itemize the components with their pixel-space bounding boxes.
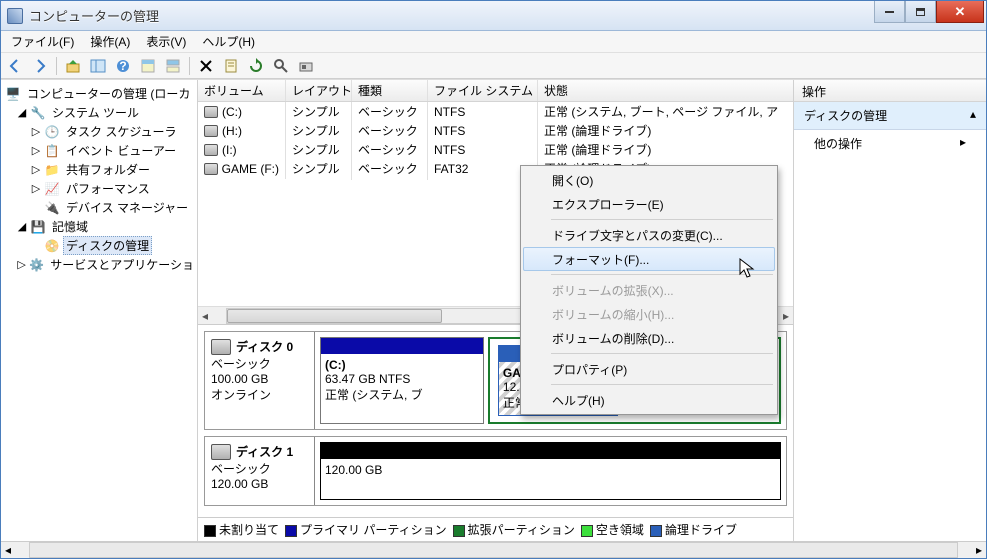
- ctx-open[interactable]: 開く(O): [523, 168, 775, 192]
- close-button[interactable]: ✕: [936, 1, 984, 23]
- tree-task-scheduler[interactable]: ▷🕒タスク スケジューラ: [1, 122, 197, 141]
- context-menu: 開く(O) エクスプローラー(E) ドライブ文字とパスの変更(C)... フォー…: [520, 165, 778, 415]
- svg-text:?: ?: [119, 59, 126, 73]
- titlebar[interactable]: コンピューターの管理 ✕: [1, 1, 986, 31]
- scroll-left-icon[interactable]: ◂: [1, 542, 15, 558]
- refresh-icon[interactable]: [245, 55, 267, 77]
- ctx-change-drive-letter[interactable]: ドライブ文字とパスの変更(C)...: [523, 223, 775, 247]
- ctx-delete-volume[interactable]: ボリュームの削除(D)...: [523, 326, 775, 350]
- tree-services-apps[interactable]: ▷⚙️サービスとアプリケーショ: [1, 255, 197, 274]
- col-status[interactable]: 状態: [538, 80, 793, 101]
- disk-icon: [211, 444, 231, 460]
- settings-icon[interactable]: [295, 55, 317, 77]
- disk-0-info[interactable]: ディスク 0 ベーシック 100.00 GB オンライン: [205, 332, 315, 429]
- disk-1-partition[interactable]: 120.00 GB: [320, 442, 781, 500]
- tree-device-manager[interactable]: 🔌デバイス マネージャー: [1, 198, 197, 217]
- tree-storage[interactable]: ◢💾記憶域: [1, 217, 197, 236]
- drive-icon: [204, 144, 218, 156]
- actions-other-operations[interactable]: 他の操作▸: [794, 130, 986, 157]
- menu-bar: ファイル(F) 操作(A) 表示(V) ヘルプ(H): [1, 31, 986, 53]
- help-button[interactable]: ?: [112, 55, 134, 77]
- tree-system-tools[interactable]: ◢🔧システム ツール: [1, 103, 197, 122]
- ctx-explorer[interactable]: エクスプローラー(E): [523, 192, 775, 216]
- ctx-shrink-volume: ボリュームの縮小(H)...: [523, 302, 775, 326]
- app-window: コンピューターの管理 ✕ ファイル(F) 操作(A) 表示(V) ヘルプ(H) …: [0, 0, 987, 559]
- nav-tree: 🖥️コンピューターの管理 (ローカ ◢🔧システム ツール ▷🕒タスク スケジュー…: [1, 80, 198, 541]
- legend: 未割り当て プライマリ パーティション 拡張パーティション 空き領域 論理ドライ…: [198, 517, 793, 541]
- chevron-right-icon: ▸: [960, 135, 966, 152]
- col-fs[interactable]: ファイル システム: [428, 80, 538, 101]
- partition-c[interactable]: (C:) 63.47 GB NTFS 正常 (システム, ブ: [320, 337, 484, 424]
- forward-button[interactable]: [29, 55, 51, 77]
- drive-icon: [204, 125, 218, 137]
- tree-disk-management[interactable]: 📀ディスクの管理: [1, 236, 197, 255]
- actions-category-diskmgmt[interactable]: ディスクの管理▴: [794, 102, 986, 130]
- scroll-left-icon[interactable]: ◂: [198, 308, 212, 324]
- menu-view[interactable]: 表示(V): [138, 31, 194, 52]
- properties-icon[interactable]: [220, 55, 242, 77]
- scroll-thumb[interactable]: [227, 309, 442, 323]
- scroll-right-icon[interactable]: ▸: [779, 308, 793, 324]
- search-icon[interactable]: [270, 55, 292, 77]
- col-volume[interactable]: ボリューム: [198, 80, 286, 101]
- ctx-format[interactable]: フォーマット(F)...: [523, 247, 775, 271]
- menu-help[interactable]: ヘルプ(H): [194, 31, 263, 52]
- disk-1-box: ディスク 1 ベーシック 120.00 GB 120.00 GB: [204, 436, 787, 506]
- menu-action[interactable]: 操作(A): [82, 31, 138, 52]
- view-button-2[interactable]: [162, 55, 184, 77]
- delete-icon[interactable]: [195, 55, 217, 77]
- tree-performance[interactable]: ▷📈パフォーマンス: [1, 179, 197, 198]
- window-title: コンピューターの管理: [29, 6, 874, 25]
- app-icon: [7, 8, 23, 24]
- up-button[interactable]: [62, 55, 84, 77]
- back-button[interactable]: [4, 55, 26, 77]
- disk-1-info[interactable]: ディスク 1 ベーシック 120.00 GB: [205, 437, 315, 505]
- disk-icon: [211, 339, 231, 355]
- tree-event-viewer[interactable]: ▷📋イベント ビューアー: [1, 141, 197, 160]
- volume-list-header: ボリューム レイアウト 種類 ファイル システム 状態: [198, 80, 793, 102]
- actions-pane: 操作 ディスクの管理▴ 他の操作▸: [794, 80, 986, 541]
- col-layout[interactable]: レイアウト: [286, 80, 352, 101]
- toolbar: ?: [1, 53, 986, 79]
- view-button-1[interactable]: [137, 55, 159, 77]
- drive-icon: [204, 106, 218, 118]
- actions-header: 操作: [794, 80, 986, 102]
- maximize-button[interactable]: [905, 1, 936, 23]
- show-hide-tree-button[interactable]: [87, 55, 109, 77]
- minimize-button[interactable]: [874, 1, 905, 23]
- bottom-scrollbar[interactable]: ◂ ▸: [1, 541, 986, 558]
- tree-shared-folders[interactable]: ▷📁共有フォルダー: [1, 160, 197, 179]
- tree-root[interactable]: 🖥️コンピューターの管理 (ローカ: [1, 84, 197, 103]
- collapse-icon: ▴: [970, 107, 976, 124]
- col-type[interactable]: 種類: [352, 80, 428, 101]
- menu-file[interactable]: ファイル(F): [3, 31, 82, 52]
- drive-icon: [204, 163, 218, 175]
- ctx-help[interactable]: ヘルプ(H): [523, 388, 775, 412]
- ctx-extend-volume: ボリュームの拡張(X)...: [523, 278, 775, 302]
- scroll-right-icon[interactable]: ▸: [972, 542, 986, 558]
- ctx-properties[interactable]: プロパティ(P): [523, 357, 775, 381]
